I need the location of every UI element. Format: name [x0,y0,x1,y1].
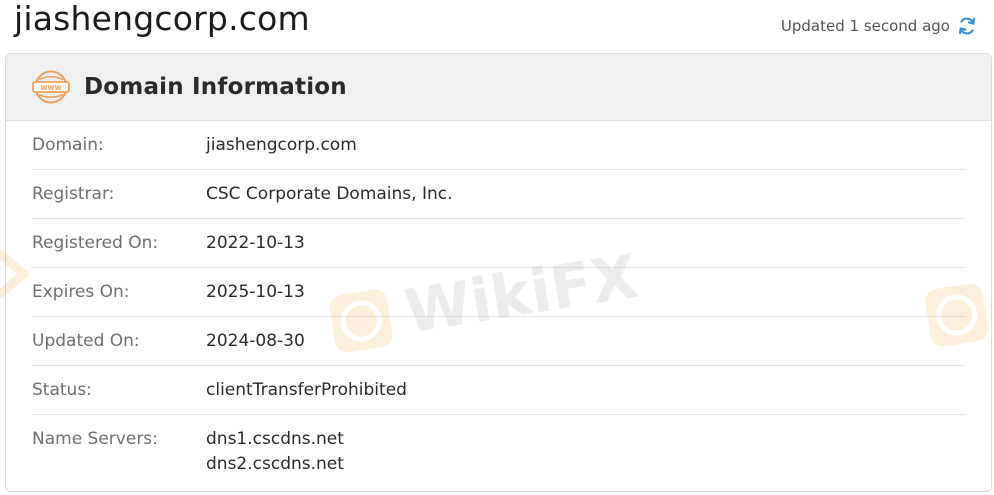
domain-heading: jiashengcorp.com [14,0,310,38]
info-row-status: Status: clientTransferProhibited [32,366,965,415]
domain-information-card: www Domain Information Domain: jiashengc… [5,53,992,492]
row-label: Updated On: [32,331,140,351]
info-row-updated-on: Updated On: 2024-08-30 [32,317,965,366]
page: jiashengcorp.com Updated 1 second ago ww… [0,0,994,495]
row-value: CSC Corporate Domains, Inc. [206,184,453,204]
updated-status: Updated 1 second ago [781,14,978,38]
www-globe-icon: www [32,70,70,104]
row-label: Expires On: [32,282,130,302]
info-row-name-servers: Name Servers: dns1.cscdns.net dns2.cscdn… [32,415,965,491]
info-row-domain: Domain: jiashengcorp.com [32,121,965,170]
row-label: Registered On: [32,233,159,253]
info-rows: Domain: jiashengcorp.com Registrar: CSC … [6,121,991,491]
info-row-expires-on: Expires On: 2025-10-13 [32,268,965,317]
name-server-value: dns1.cscdns.net [206,429,344,449]
row-label: Status: [32,380,92,400]
row-label: Registrar: [32,184,115,204]
row-value: clientTransferProhibited [206,380,407,400]
name-server-value: dns2.cscdns.net [206,454,344,474]
row-label: Domain: [32,135,104,155]
card-title: Domain Information [84,74,347,100]
updated-text: Updated 1 second ago [780,17,950,35]
row-value: 2025-10-13 [206,282,305,302]
info-row-registrar: Registrar: CSC Corporate Domains, Inc. [32,170,965,219]
row-value: jiashengcorp.com [206,135,357,155]
card-header: www Domain Information [6,54,991,121]
top-bar: jiashengcorp.com Updated 1 second ago [0,0,994,52]
row-label: Name Servers: [32,429,158,449]
row-value: 2024-08-30 [206,331,305,351]
svg-text:www: www [41,83,62,92]
info-row-registered-on: Registered On: 2022-10-13 [32,219,965,268]
refresh-icon[interactable] [956,15,978,37]
row-value-list: dns1.cscdns.net dns2.cscdns.net [206,428,344,478]
row-value: 2022-10-13 [206,233,305,253]
